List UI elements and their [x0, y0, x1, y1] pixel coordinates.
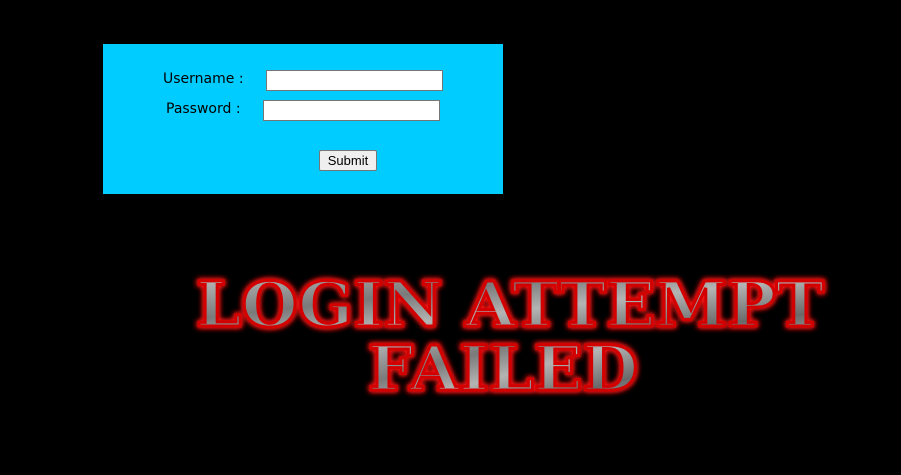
password-label: Password :	[166, 101, 241, 117]
login-failed-banner: LOGIN ATTEMPT FAILED	[0, 258, 901, 408]
banner-line-2: FAILED	[368, 332, 638, 405]
banner-line-1: LOGIN ATTEMPT	[196, 268, 824, 341]
password-input[interactable]	[263, 100, 440, 121]
page: Username : Password : Submit LOGIN ATTEM…	[0, 0, 901, 475]
login-form: Username : Password : Submit	[103, 44, 503, 194]
banner-graphic: LOGIN ATTEMPT FAILED	[195, 267, 826, 407]
submit-button[interactable]: Submit	[319, 150, 377, 171]
username-input[interactable]	[266, 70, 443, 91]
username-label: Username :	[163, 71, 244, 87]
